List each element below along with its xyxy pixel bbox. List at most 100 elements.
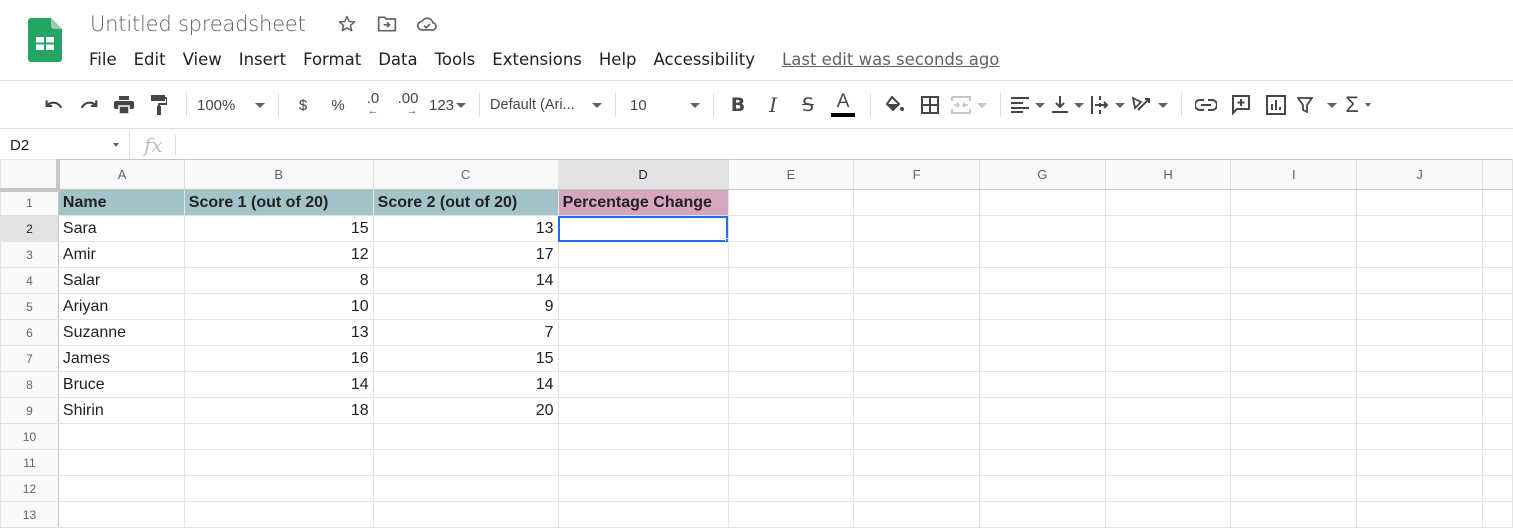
cell-h7[interactable] (1104, 345, 1232, 372)
cell-a5[interactable]: Ariyan (57, 293, 185, 320)
row-header-7[interactable]: 7 (0, 345, 59, 372)
cell-h3[interactable] (1104, 241, 1232, 268)
cell-d3[interactable] (557, 241, 729, 268)
cell-d4[interactable] (557, 267, 729, 294)
cell-b3[interactable]: 12 (183, 241, 374, 268)
cell-b7[interactable]: 16 (183, 345, 374, 372)
cell-g8[interactable] (979, 371, 1106, 398)
cell-a11[interactable] (57, 449, 185, 476)
cell-c7[interactable]: 15 (372, 345, 559, 372)
cell-h10[interactable] (1104, 423, 1232, 450)
cell-j3[interactable] (1356, 241, 1483, 268)
cell-c8[interactable]: 14 (372, 371, 559, 398)
row-header-8[interactable]: 8 (0, 371, 59, 398)
fill-color-button[interactable] (881, 91, 909, 119)
insert-chart-button[interactable] (1262, 91, 1290, 119)
cell-e1[interactable] (727, 189, 855, 216)
menu-extensions[interactable]: Extensions (492, 50, 582, 69)
column-header-h[interactable]: H (1104, 159, 1232, 190)
cell-b8[interactable]: 14 (183, 371, 374, 398)
cell-k4[interactable] (1481, 267, 1513, 294)
cell-c4[interactable]: 14 (372, 267, 559, 294)
borders-button[interactable] (916, 91, 944, 119)
column-header-g[interactable]: G (979, 159, 1106, 190)
cell-i5[interactable] (1230, 293, 1358, 320)
select-all-corner[interactable] (0, 159, 61, 192)
cell-e5[interactable] (727, 293, 855, 320)
move-to-folder-icon[interactable] (376, 13, 398, 35)
cell-f12[interactable] (853, 475, 980, 502)
cell-b6[interactable]: 13 (183, 319, 374, 346)
row-header-3[interactable]: 3 (0, 241, 59, 268)
cell-j11[interactable] (1356, 449, 1483, 476)
column-header-b[interactable]: B (183, 159, 374, 190)
last-edit-link[interactable]: Last edit was seconds ago (782, 50, 999, 69)
cell-f11[interactable] (853, 449, 980, 476)
merge-cells-button[interactable] (951, 91, 988, 119)
insert-comment-button[interactable] (1227, 91, 1255, 119)
cell-a13[interactable] (57, 501, 185, 528)
fill-handle[interactable] (724, 238, 728, 241)
cell-f7[interactable] (853, 345, 980, 372)
menu-data[interactable]: Data (378, 50, 417, 69)
menu-insert[interactable]: Insert (239, 50, 286, 69)
cell-k9[interactable] (1481, 397, 1513, 424)
cell-j7[interactable] (1356, 345, 1483, 372)
vertical-align-button[interactable] (1052, 91, 1085, 119)
cell-h11[interactable] (1104, 449, 1232, 476)
insert-link-button[interactable] (1192, 91, 1220, 119)
cell-e9[interactable] (727, 397, 855, 424)
cell-j5[interactable] (1356, 293, 1483, 320)
cell-j13[interactable] (1356, 501, 1483, 528)
cell-i2[interactable] (1230, 215, 1358, 242)
row-header-10[interactable]: 10 (0, 423, 59, 450)
cell-g13[interactable] (979, 501, 1106, 528)
cell-a12[interactable] (57, 475, 185, 502)
row-header-5[interactable]: 5 (0, 293, 59, 320)
document-title[interactable]: Untitled spreadsheet (90, 12, 306, 36)
cell-f8[interactable] (853, 371, 980, 398)
cell-c10[interactable] (372, 423, 559, 450)
star-icon[interactable] (336, 13, 358, 35)
cell-e7[interactable] (727, 345, 855, 372)
cell-c13[interactable] (372, 501, 559, 528)
menu-file[interactable]: File (89, 50, 117, 69)
cell-c6[interactable]: 7 (372, 319, 559, 346)
menu-edit[interactable]: Edit (134, 50, 166, 69)
row-header-1[interactable]: 1 (0, 189, 59, 216)
cell-c11[interactable] (372, 449, 559, 476)
cell-k1[interactable] (1481, 189, 1513, 216)
cell-i7[interactable] (1230, 345, 1358, 372)
cell-b5[interactable]: 10 (183, 293, 374, 320)
redo-button[interactable] (75, 91, 103, 119)
cell-g12[interactable] (979, 475, 1106, 502)
menu-view[interactable]: View (183, 50, 222, 69)
menu-format[interactable]: Format (303, 50, 361, 69)
column-header-a[interactable]: A (57, 159, 185, 190)
cell-b4[interactable]: 8 (183, 267, 374, 294)
horizontal-align-button[interactable] (1011, 91, 1046, 119)
cell-i4[interactable] (1230, 267, 1358, 294)
cell-i8[interactable] (1230, 371, 1358, 398)
menu-help[interactable]: Help (599, 50, 637, 69)
cell-a1[interactable]: Name (57, 189, 185, 216)
cell-j4[interactable] (1356, 267, 1483, 294)
cell-j9[interactable] (1356, 397, 1483, 424)
cell-h4[interactable] (1104, 267, 1232, 294)
cell-b9[interactable]: 18 (183, 397, 374, 424)
cell-k12[interactable] (1481, 475, 1513, 502)
cell-i10[interactable] (1230, 423, 1358, 450)
cell-g6[interactable] (979, 319, 1106, 346)
cell-d1[interactable]: Percentage Change (557, 189, 729, 216)
cell-d7[interactable] (557, 345, 729, 372)
cell-d5[interactable] (557, 293, 729, 320)
cell-j2[interactable] (1356, 215, 1483, 242)
cell-f5[interactable] (853, 293, 980, 320)
cell-h8[interactable] (1104, 371, 1232, 398)
cell-c12[interactable] (372, 475, 559, 502)
cell-d6[interactable] (557, 319, 729, 346)
cell-j12[interactable] (1356, 475, 1483, 502)
percent-format-button[interactable]: % (324, 91, 352, 119)
cell-i11[interactable] (1230, 449, 1358, 476)
cell-e13[interactable] (727, 501, 855, 528)
